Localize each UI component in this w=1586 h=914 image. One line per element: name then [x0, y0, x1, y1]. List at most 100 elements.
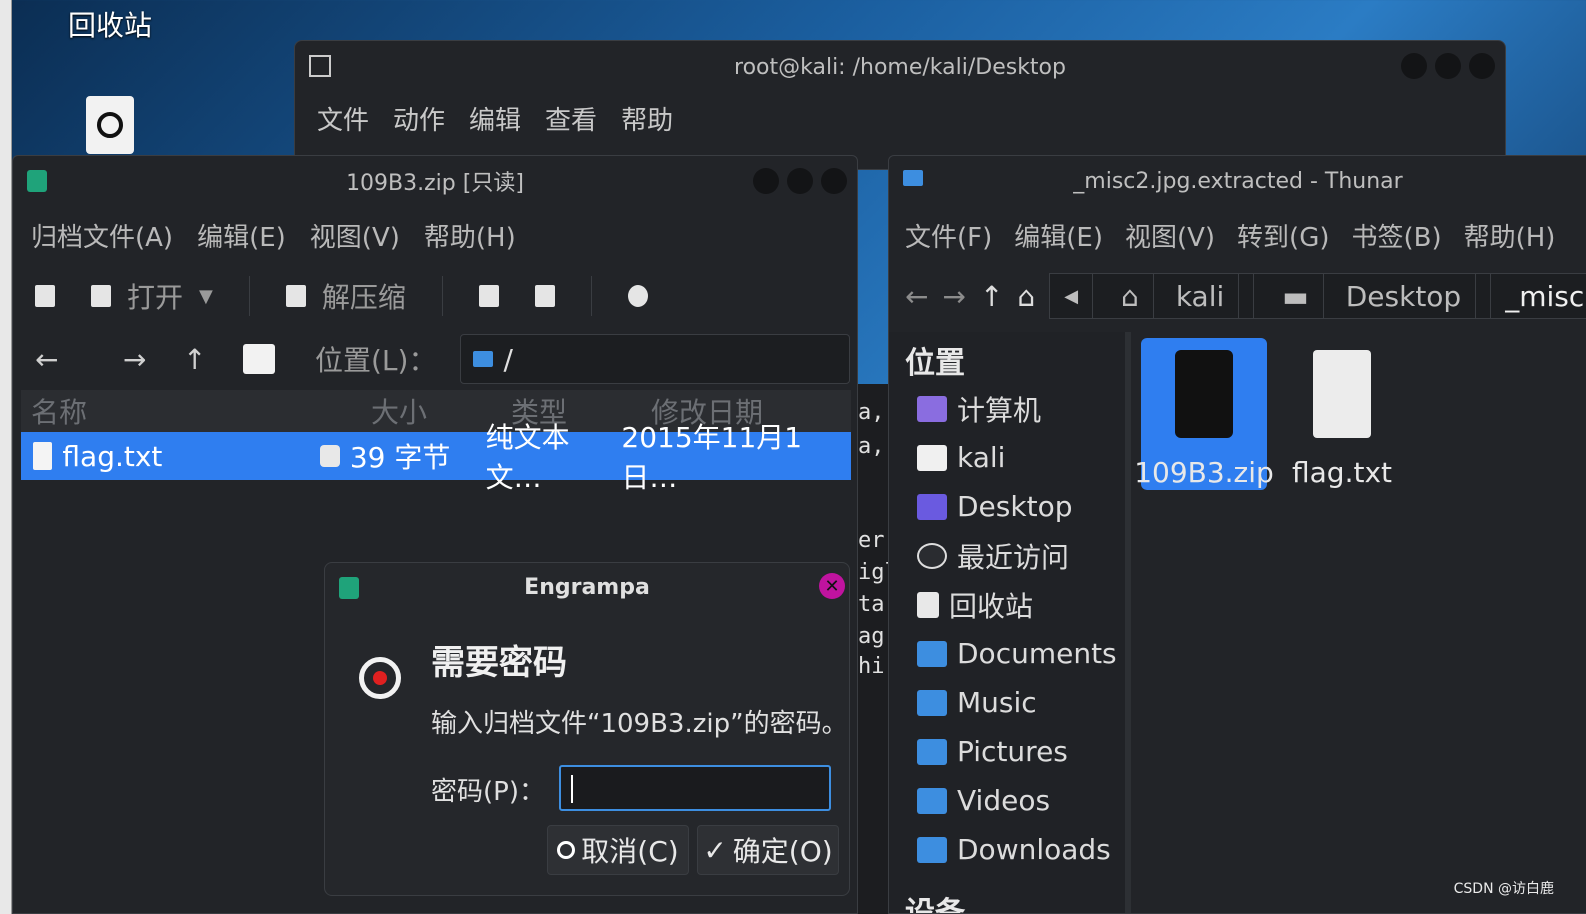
sidebar-item-label: 计算机: [957, 393, 1042, 427]
terminal-text: hi: [858, 654, 885, 679]
watermark: CSDN @访白鹿: [1453, 881, 1554, 897]
up-arrow-icon[interactable]: ↑: [183, 343, 243, 376]
password-field[interactable]: [559, 765, 831, 811]
menu-view[interactable]: 查看: [545, 100, 597, 137]
home-folder-icon[interactable]: [243, 344, 275, 374]
maximize-button[interactable]: [1435, 53, 1461, 79]
sidebar-item-pictures[interactable]: Pictures: [889, 727, 1125, 776]
folder-icon: [473, 351, 494, 367]
breadcrumb-label: Desktop: [1332, 274, 1477, 318]
menu-help[interactable]: 帮助: [621, 100, 673, 137]
minimize-button[interactable]: [753, 168, 779, 194]
forward-arrow-icon[interactable]: →: [942, 280, 965, 313]
add-file-button[interactable]: [478, 285, 499, 307]
sidebar-item-downloads[interactable]: Downloads: [889, 825, 1125, 874]
sidebar: 位置 计算机 kali Desktop 最近访问 回收站 Documents M…: [889, 332, 1125, 913]
archive-icon: [339, 577, 359, 599]
password-label: 密码(P)：: [431, 777, 545, 807]
left-edge: [0, 0, 12, 914]
thunar-titlebar[interactable]: _misc2.jpg.extracted - Thunar: [889, 156, 1586, 206]
add-folder-button[interactable]: [534, 285, 555, 307]
terminal-text: ag: [858, 624, 885, 649]
dialog-message: 输入归档文件“109B3.zip”的密码。: [431, 709, 848, 739]
menu-file[interactable]: 文件(F): [905, 217, 992, 254]
breadcrumb-kali[interactable]: ⌂ kali: [1093, 274, 1255, 318]
back-arrow-icon[interactable]: ←: [35, 343, 95, 376]
menu-help[interactable]: 帮助(H): [1464, 217, 1556, 254]
close-button[interactable]: [1469, 53, 1495, 79]
dialog-titlebar[interactable]: Engrampa ✕: [325, 563, 849, 611]
menu-edit[interactable]: 编辑: [469, 100, 521, 137]
row-name: flag.txt: [62, 439, 163, 473]
engrampa-title: 109B3.zip [只读]: [346, 171, 524, 196]
menu-edit[interactable]: 编辑(E): [1014, 217, 1103, 254]
breadcrumb-desktop[interactable]: ▬ Desktop: [1254, 274, 1492, 318]
column-size[interactable]: 大小: [361, 391, 501, 431]
open-button[interactable]: 打开 ▼: [91, 276, 213, 316]
engrampa-menubar: 归档文件(A) 编辑(E) 视图(V) 帮助(H): [13, 206, 857, 264]
ok-button[interactable]: ✓ 确定(O): [697, 825, 839, 875]
location-input[interactable]: /: [460, 334, 851, 384]
home-icon: ⌂: [1107, 274, 1154, 318]
home-folder-icon: [917, 444, 947, 471]
home-icon[interactable]: ⌂: [1017, 280, 1035, 313]
menu-go[interactable]: 转到(G): [1237, 217, 1329, 254]
sidebar-item-videos[interactable]: Videos: [889, 776, 1125, 825]
menu-view[interactable]: 视图(V): [310, 217, 400, 254]
back-arrow-icon[interactable]: ←: [905, 280, 928, 313]
toolbar-divider: [590, 276, 592, 316]
table-row[interactable]: flag.txt 39 字节 纯文本文… 2015年11月1日…: [21, 421, 851, 494]
menu-action[interactable]: 动作: [393, 100, 445, 137]
stop-button[interactable]: [627, 285, 648, 307]
minimize-button[interactable]: [1401, 53, 1427, 79]
sidebar-item-label: Desktop: [957, 490, 1073, 523]
sidebar-item-recent[interactable]: 最近访问: [889, 531, 1125, 580]
sidebar-item-desktop[interactable]: Desktop: [889, 482, 1125, 531]
desktop-icon: ▬: [1268, 274, 1324, 318]
up-arrow-icon[interactable]: ↑: [980, 280, 1003, 313]
sidebar-item-label: 最近访问: [957, 540, 1070, 574]
desktop-trash-label: 回收站: [68, 9, 153, 42]
breadcrumb-current[interactable]: _misc2.jpg.extra: [1491, 274, 1586, 318]
sidebar-item-trash[interactable]: 回收站: [889, 580, 1125, 629]
new-file-icon: [35, 285, 55, 307]
desktop-app-icon[interactable]: [86, 96, 134, 154]
sidebar-item-computer[interactable]: 计算机: [889, 384, 1125, 433]
close-icon[interactable]: ✕: [819, 573, 845, 599]
chevron-left-icon[interactable]: ◀: [1050, 274, 1094, 318]
ok-label: 确定(O): [732, 835, 833, 868]
chevron-down-icon[interactable]: ▼: [199, 286, 213, 307]
file-tile-zip[interactable]: 109B3.zip: [1134, 338, 1274, 490]
terminal-window: root@kali: /home/kali/Desktop 文件 动作 编辑 查…: [294, 40, 1506, 170]
cancel-icon: [557, 841, 576, 859]
menu-help[interactable]: 帮助(H): [424, 217, 516, 254]
menu-file[interactable]: 文件: [317, 100, 369, 137]
sidebar-item-label: Pictures: [957, 735, 1068, 768]
sidebar-item-music[interactable]: Music: [889, 678, 1125, 727]
new-archive-button[interactable]: [35, 285, 55, 307]
toolbar-divider: [441, 276, 443, 316]
sidebar-item-documents[interactable]: Documents: [889, 629, 1125, 678]
terminal-menubar: 文件 动作 编辑 查看 帮助: [295, 93, 1505, 143]
row-size: 39 字节: [349, 441, 451, 474]
close-button[interactable]: [821, 168, 847, 194]
toolbar-divider: [248, 276, 250, 316]
engrampa-titlebar[interactable]: 109B3.zip [只读]: [13, 156, 857, 206]
forward-arrow-icon[interactable]: →: [123, 343, 183, 376]
menu-archive[interactable]: 归档文件(A): [31, 217, 173, 254]
column-name[interactable]: 名称: [21, 391, 361, 431]
menu-bookmarks[interactable]: 书签(B): [1351, 217, 1441, 254]
sidebar-item-kali[interactable]: kali: [889, 433, 1125, 482]
menu-view[interactable]: 视图(V): [1125, 217, 1215, 254]
open-file-icon: [91, 285, 111, 307]
cancel-button[interactable]: 取消(C): [547, 825, 689, 875]
file-tile-txt[interactable]: flag.txt: [1279, 338, 1405, 490]
row-type: 纯文本文…: [485, 421, 570, 494]
text-file-icon: [33, 442, 53, 470]
terminal-titlebar[interactable]: root@kali: /home/kali/Desktop: [295, 41, 1505, 93]
videos-folder-icon: [917, 787, 947, 814]
extract-button[interactable]: 解压缩: [285, 276, 406, 316]
sidebar-divider[interactable]: [1125, 332, 1131, 913]
menu-edit[interactable]: 编辑(E): [197, 217, 286, 254]
maximize-button[interactable]: [787, 168, 813, 194]
